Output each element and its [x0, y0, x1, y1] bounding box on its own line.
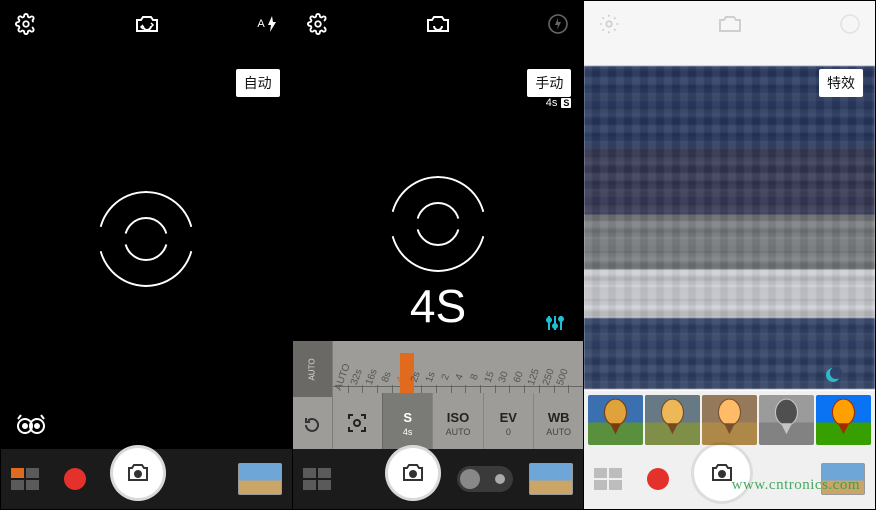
flash-icon[interactable] — [839, 13, 861, 35]
focus-reticle — [98, 191, 194, 287]
filter-strip — [584, 391, 875, 449]
mode-toggle[interactable] — [457, 466, 513, 492]
param-iso[interactable]: ISOAUTO — [432, 393, 482, 453]
adjust-icon[interactable] — [545, 313, 565, 333]
shutter-button[interactable] — [385, 445, 441, 501]
filter-sketch[interactable] — [759, 395, 814, 445]
camera-auto-panel: A 自动 — [1, 1, 292, 509]
switch-camera-icon[interactable] — [716, 13, 744, 35]
camera-manual-panel: 手动 4s S 4S AUTO AUTO32s16s8s4s2s1s248153… — [292, 1, 584, 509]
switch-camera-icon[interactable] — [424, 13, 452, 35]
top-bar — [293, 9, 584, 39]
top-bar — [584, 9, 875, 39]
switch-camera-icon[interactable] — [133, 13, 161, 35]
camera-effects-panel: 特效 — [583, 1, 875, 509]
shutter-button[interactable] — [110, 445, 166, 501]
bottom-bar — [1, 449, 292, 509]
shutter-scale[interactable]: AUTO32s16s8s4s2s1s248153060125250500 — [333, 341, 584, 393]
record-button[interactable] — [64, 468, 86, 490]
mode-badge-auto[interactable]: 自动 — [236, 69, 280, 97]
flash-auto-icon[interactable]: A — [257, 16, 277, 32]
owl-icon[interactable] — [15, 413, 47, 439]
gallery-thumbnail[interactable] — [238, 463, 282, 495]
param-focus[interactable] — [333, 393, 382, 453]
viewfinder-preview — [584, 66, 875, 389]
settings-icon[interactable] — [598, 13, 620, 35]
mode-grid-button[interactable] — [303, 468, 331, 490]
watermark-text: www.cntronics.com — [732, 477, 860, 494]
mode-sub-indicator: 4s S — [546, 97, 572, 109]
gallery-thumbnail[interactable] — [529, 463, 573, 495]
filter-yellow[interactable] — [702, 395, 757, 445]
shutter-value-display: 4S — [410, 279, 466, 333]
bottom-bar — [293, 449, 584, 509]
settings-icon[interactable] — [15, 13, 37, 35]
mode-grid-button[interactable] — [11, 468, 39, 490]
param-row: S4sISOAUTOEV0WBAUTO — [333, 393, 584, 453]
mode-badge-manual[interactable]: 手动 — [527, 69, 571, 97]
param-wb[interactable]: WBAUTO — [533, 393, 583, 453]
focus-reticle — [390, 176, 486, 272]
record-button[interactable] — [647, 468, 669, 490]
param-ev[interactable]: EV0 — [483, 393, 533, 453]
auto-chip[interactable]: AUTO — [293, 341, 332, 397]
settings-icon[interactable] — [307, 13, 329, 35]
top-bar: A — [1, 9, 292, 39]
flash-off-icon[interactable] — [547, 13, 569, 35]
param-shutter[interactable]: S4s — [382, 393, 432, 453]
level-indicator-icon — [823, 365, 843, 385]
filter-warm[interactable] — [645, 395, 700, 445]
filter-vivid[interactable] — [816, 395, 871, 445]
filter-normal[interactable] — [588, 395, 643, 445]
mode-badge-effects[interactable]: 特效 — [819, 69, 863, 97]
mode-grid-button[interactable] — [594, 468, 622, 490]
manual-controls: AUTO AUTO32s16s8s4s2s1s24815306012525050… — [293, 341, 584, 453]
reset-icon[interactable] — [293, 397, 332, 453]
